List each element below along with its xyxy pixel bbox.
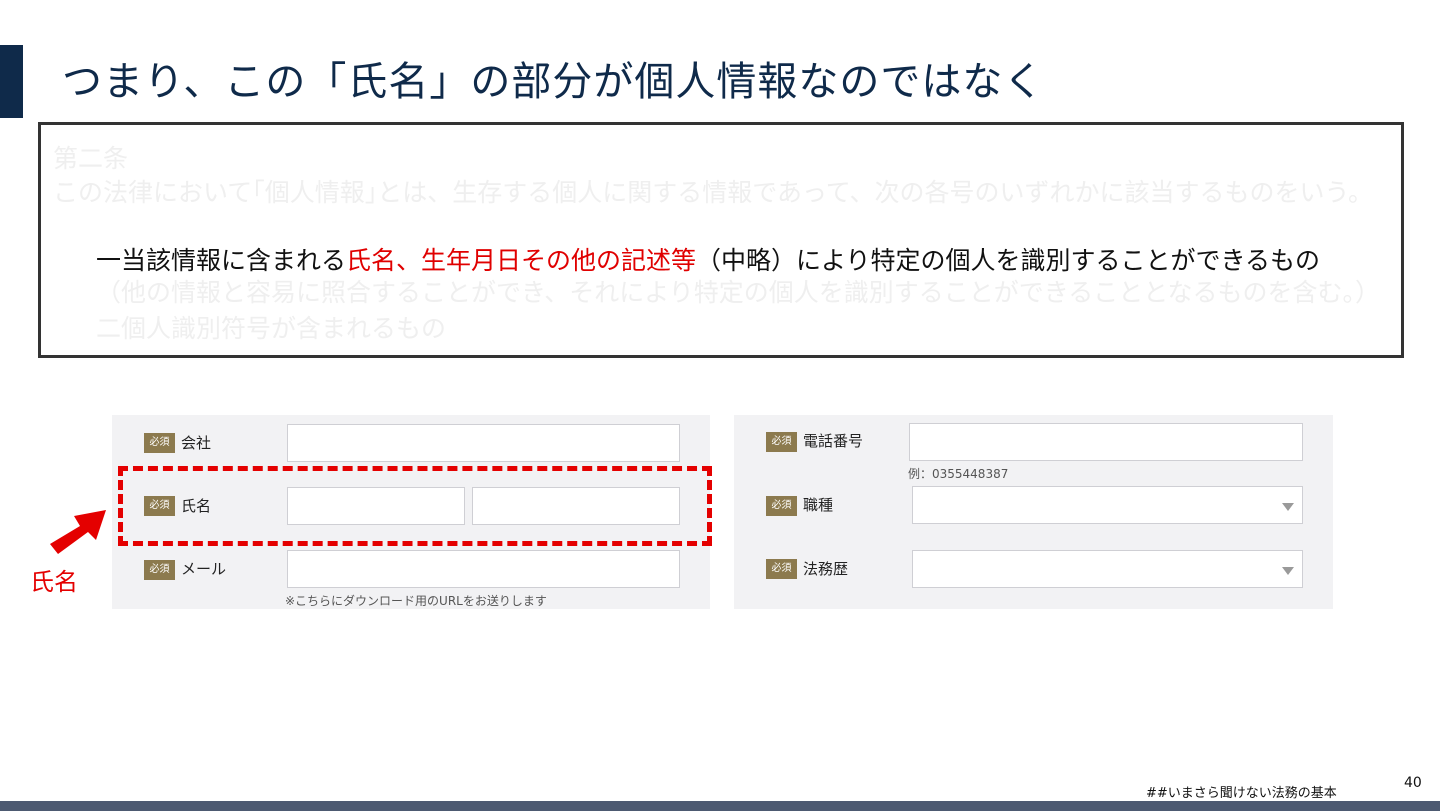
mail-input[interactable] <box>287 550 680 588</box>
chevron-down-icon <box>1282 567 1294 575</box>
required-badge: 必須 <box>766 432 797 452</box>
law-item-1-suffix: （中略）により特定の個人を識別することができるもの <box>696 246 1321 275</box>
law-item-1-highlight: 氏名、生年月日その他の記述等 <box>346 246 697 275</box>
phone-input[interactable] <box>909 423 1303 461</box>
law-item-1-prefix: 一当該情報に含まれる <box>96 246 347 275</box>
phone-row: 必須 電話番号 例：0355448387 <box>734 422 1333 481</box>
name-highlight-box <box>118 466 712 546</box>
law-item-1: 一当該情報に含まれる氏名、生年月日その他の記述等（中略）により特定の個人を識別す… <box>96 245 1320 277</box>
company-row: 必須 会社 <box>112 423 710 463</box>
mail-hint: ※こちらにダウンロード用のURLをお送りします <box>285 594 547 608</box>
law-item-2: 二個人識別符号が含まれるもの <box>96 314 447 343</box>
legal-experience-row: 必須 法務歴 <box>734 550 1333 590</box>
required-badge: 必須 <box>766 496 797 516</box>
job-row: 必須 職種 <box>734 486 1333 526</box>
company-input[interactable] <box>287 424 680 462</box>
law-article-heading: 第二条 <box>53 144 129 173</box>
slide-title: つまり、この「氏名」の部分が個人情報なのではなく <box>62 59 1045 105</box>
bottom-band <box>0 801 1440 811</box>
job-label: 職種 <box>803 496 834 514</box>
mail-row: 必須 メール ※こちらにダウンロード用のURLをお送りします <box>112 550 710 608</box>
required-badge: 必須 <box>144 433 175 453</box>
page-number: 40 <box>1404 775 1422 791</box>
footer-tag: ##いまさら聞けない法務の基本 <box>1146 786 1337 801</box>
legal-experience-select[interactable] <box>912 550 1303 588</box>
job-select[interactable] <box>912 486 1303 524</box>
callout-label: 氏名 <box>30 568 78 596</box>
law-item-1-continuation: （他の情報と容易に照合することができ、それにより特定の個人を識別することができる… <box>96 278 1381 307</box>
required-badge: 必須 <box>766 559 797 579</box>
chevron-down-icon <box>1282 503 1294 511</box>
mail-label: メール <box>181 560 227 578</box>
title-accent-bar <box>0 45 23 118</box>
company-label: 会社 <box>181 434 212 452</box>
pointer-arrow-icon <box>50 510 106 554</box>
form-panel-right: 必須 電話番号 例：0355448387 必須 職種 必須 法務歴 <box>734 415 1333 609</box>
phone-label: 電話番号 <box>803 432 864 450</box>
law-text-box: 第二条 この法律において｢個人情報｣とは、生存する個人に関する情報であって、次の… <box>38 122 1404 358</box>
phone-example: 例：0355448387 <box>908 467 1009 481</box>
legal-experience-label: 法務歴 <box>803 560 849 578</box>
required-badge: 必須 <box>144 560 175 580</box>
law-definition-text: この法律において｢個人情報｣とは、生存する個人に関する情報であって、次の各号のい… <box>53 178 1374 207</box>
